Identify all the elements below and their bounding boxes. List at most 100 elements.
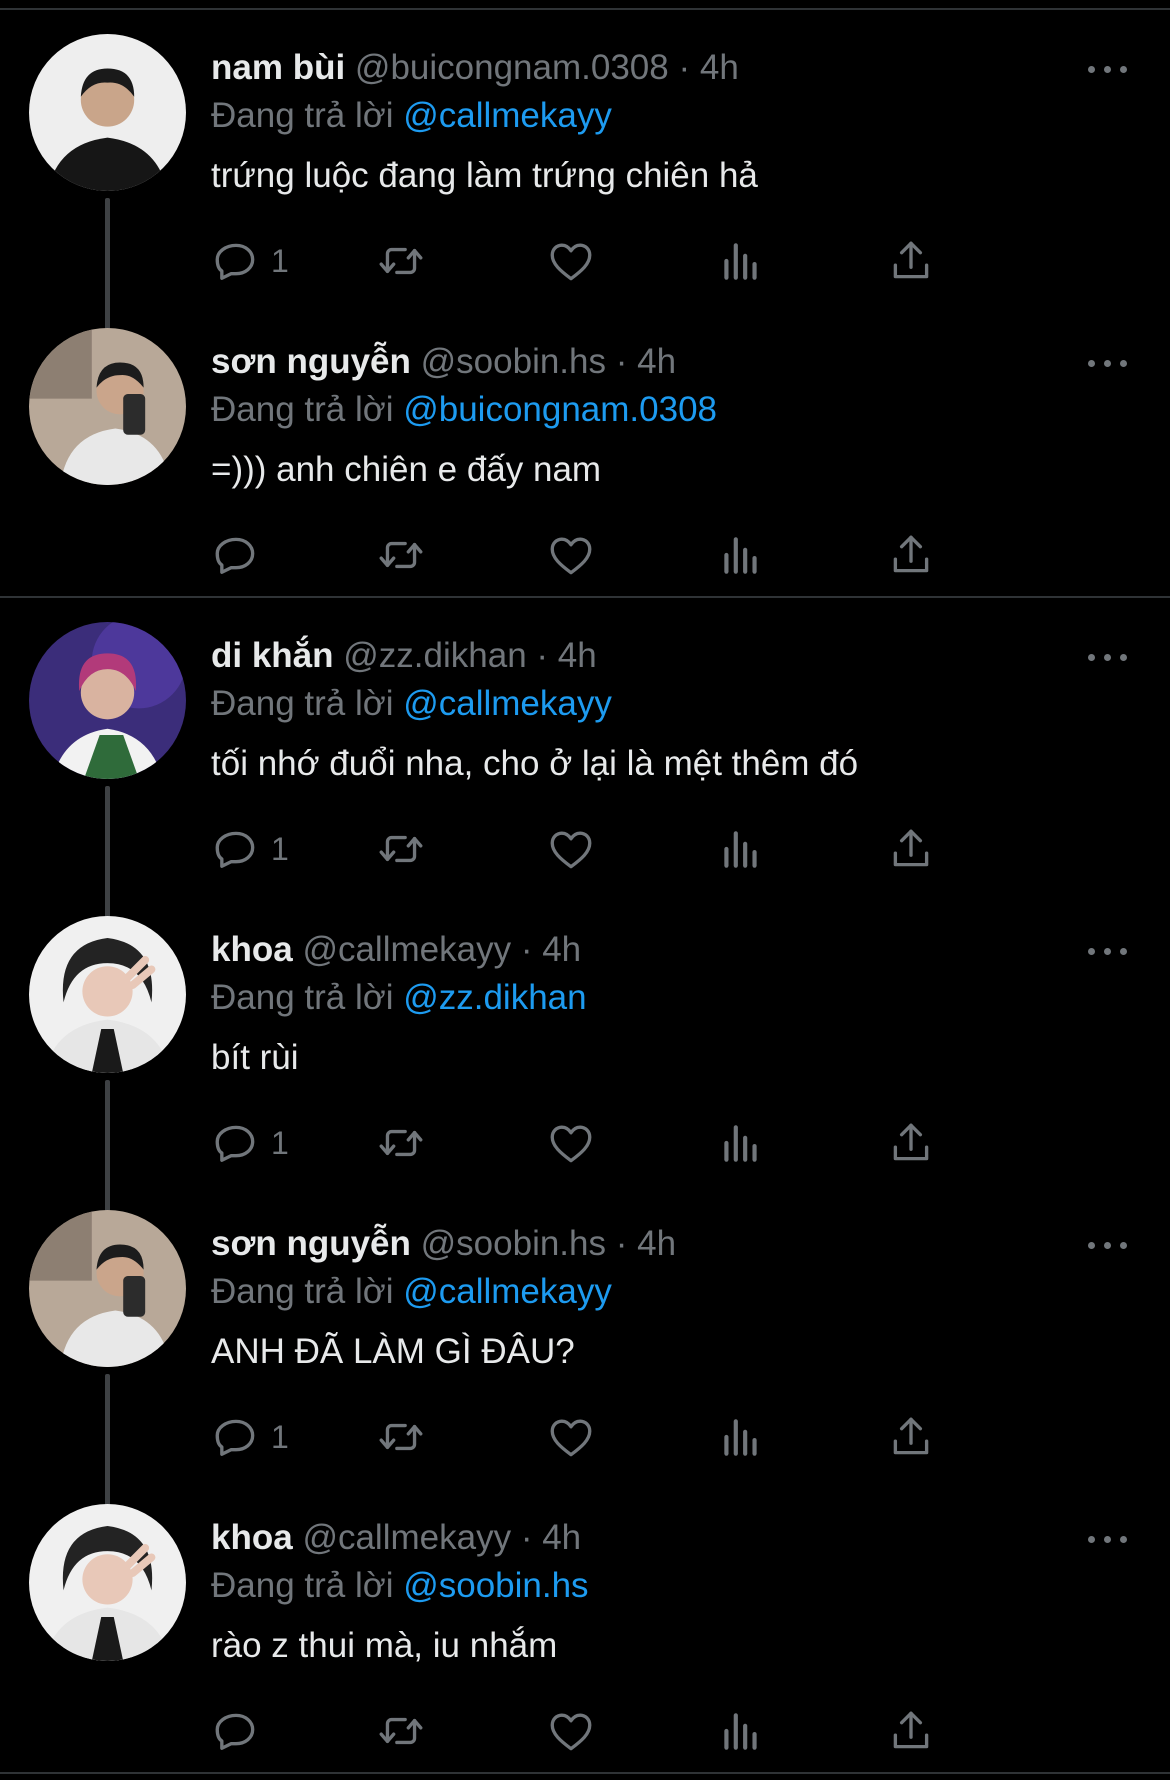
retweet-icon bbox=[379, 1423, 423, 1451]
replying-to-handle[interactable]: @soobin.hs bbox=[403, 1566, 588, 1605]
tweet[interactable]: sơn nguyễn @soobin.hs · 4h Đang trả lời … bbox=[0, 1184, 1170, 1508]
tweet[interactable]: di khắn @zz.dikhan · 4h Đang trả lời @ca… bbox=[0, 596, 1170, 920]
heart-icon bbox=[550, 243, 592, 281]
share-icon bbox=[893, 241, 929, 279]
display-name[interactable]: nam bùi bbox=[211, 48, 345, 87]
tweet[interactable]: khoa @callmekayy · 4h Đang trả lời @soob… bbox=[0, 1478, 1170, 1772]
share-button[interactable] bbox=[886, 821, 936, 877]
display-name[interactable]: sơn nguyễn bbox=[211, 342, 411, 381]
replying-to-handle[interactable]: @callmekayy bbox=[403, 96, 612, 135]
tweet[interactable]: khoa @callmekayy · 4h Đang trả lời @zz.d… bbox=[0, 890, 1170, 1214]
user-handle[interactable]: @callmekayy bbox=[302, 1518, 511, 1557]
avatar[interactable] bbox=[29, 916, 186, 1073]
replying-to: Đang trả lời @callmekayy bbox=[211, 1270, 612, 1314]
user-handle[interactable]: @buicongnam.0308 bbox=[355, 48, 669, 87]
reply-button[interactable]: 1 bbox=[211, 821, 289, 877]
avatar[interactable] bbox=[29, 622, 186, 779]
timestamp[interactable]: 4h bbox=[542, 1518, 581, 1557]
views-icon bbox=[724, 1713, 757, 1750]
avatar[interactable] bbox=[29, 34, 186, 191]
tweet-header: sơn nguyễn @soobin.hs · 4h bbox=[211, 1222, 676, 1266]
replying-to-label: Đang trả lời bbox=[211, 390, 394, 429]
replying-to-label: Đang trả lời bbox=[211, 96, 394, 135]
replying-to-handle[interactable]: @callmekayy bbox=[403, 1272, 612, 1311]
replying-to: Đang trả lời @callmekayy bbox=[211, 682, 612, 726]
like-button[interactable] bbox=[546, 233, 596, 289]
display-name[interactable]: khoa bbox=[211, 1518, 293, 1557]
replying-to-handle[interactable]: @zz.dikhan bbox=[403, 978, 586, 1017]
share-button[interactable] bbox=[886, 233, 936, 289]
retweet-button[interactable] bbox=[376, 1703, 426, 1759]
share-button[interactable] bbox=[886, 1115, 936, 1171]
retweet-icon bbox=[379, 541, 423, 569]
views-button[interactable] bbox=[716, 527, 766, 583]
views-button[interactable] bbox=[716, 233, 766, 289]
share-button[interactable] bbox=[886, 1409, 936, 1465]
retweet-button[interactable] bbox=[376, 1115, 426, 1171]
retweet-icon bbox=[379, 247, 423, 275]
reply-count: 1 bbox=[271, 830, 289, 867]
views-button[interactable] bbox=[716, 821, 766, 877]
reply-button[interactable]: 1 bbox=[211, 1409, 289, 1465]
action-bar bbox=[211, 1703, 1041, 1759]
reply-button[interactable]: 1 bbox=[211, 1115, 289, 1171]
retweet-button[interactable] bbox=[376, 527, 426, 583]
avatar[interactable] bbox=[29, 1504, 186, 1661]
tweet-text: rào z thui mà, iu nhắm bbox=[211, 1626, 558, 1665]
share-icon bbox=[893, 535, 929, 573]
more-icon[interactable] bbox=[1088, 634, 1132, 678]
timestamp[interactable]: 4h bbox=[637, 342, 676, 381]
views-button[interactable] bbox=[716, 1409, 766, 1465]
retweet-button[interactable] bbox=[376, 233, 426, 289]
user-handle[interactable]: @soobin.hs bbox=[421, 1224, 606, 1263]
avatar[interactable] bbox=[29, 1210, 186, 1367]
retweet-button[interactable] bbox=[376, 821, 426, 877]
like-button[interactable] bbox=[546, 1703, 596, 1759]
like-button[interactable] bbox=[546, 1409, 596, 1465]
reply-button[interactable] bbox=[211, 1703, 271, 1759]
tweet[interactable]: nam bùi @buicongnam.0308 · 4h Đang trả l… bbox=[0, 8, 1170, 332]
tweet-text: tối nhớ đuổi nha, cho ở lại là mệt thêm … bbox=[211, 744, 859, 783]
heart-icon bbox=[550, 1125, 592, 1163]
avatar[interactable] bbox=[29, 328, 186, 485]
display-name[interactable]: di khắn bbox=[211, 636, 334, 675]
more-icon[interactable] bbox=[1088, 928, 1132, 972]
timestamp[interactable]: 4h bbox=[558, 636, 597, 675]
share-icon bbox=[893, 1417, 929, 1455]
more-icon[interactable] bbox=[1088, 1222, 1132, 1266]
retweet-button[interactable] bbox=[376, 1409, 426, 1465]
user-handle[interactable]: @soobin.hs bbox=[421, 342, 606, 381]
timestamp[interactable]: 4h bbox=[637, 1224, 676, 1263]
user-handle[interactable]: @zz.dikhan bbox=[343, 636, 526, 675]
replying-to-label: Đang trả lời bbox=[211, 978, 394, 1017]
reply-button[interactable] bbox=[211, 527, 271, 583]
reply-button[interactable]: 1 bbox=[211, 233, 289, 289]
timestamp[interactable]: 4h bbox=[542, 930, 581, 969]
share-button[interactable] bbox=[886, 527, 936, 583]
tweet-text: trứng luộc đang làm trứng chiên hả bbox=[211, 156, 758, 195]
timestamp[interactable]: 4h bbox=[700, 48, 739, 87]
like-button[interactable] bbox=[546, 821, 596, 877]
display-name[interactable]: sơn nguyễn bbox=[211, 1224, 411, 1263]
replying-to-handle[interactable]: @callmekayy bbox=[403, 684, 612, 723]
action-bar: 1 bbox=[211, 1115, 1041, 1171]
tweet[interactable]: sơn nguyễn @soobin.hs · 4h Đang trả lời … bbox=[0, 302, 1170, 596]
replying-to-label: Đang trả lời bbox=[211, 1272, 394, 1311]
action-bar bbox=[211, 527, 1041, 583]
views-button[interactable] bbox=[716, 1703, 766, 1759]
tweet-header: di khắn @zz.dikhan · 4h bbox=[211, 634, 597, 678]
more-icon[interactable] bbox=[1088, 340, 1132, 384]
more-icon[interactable] bbox=[1088, 46, 1132, 90]
display-name[interactable]: khoa bbox=[211, 930, 293, 969]
replying-to-handle[interactable]: @buicongnam.0308 bbox=[403, 390, 717, 429]
user-handle[interactable]: @callmekayy bbox=[302, 930, 511, 969]
separator: · bbox=[536, 636, 549, 675]
views-icon bbox=[724, 243, 757, 280]
share-button[interactable] bbox=[886, 1703, 936, 1759]
more-icon[interactable] bbox=[1088, 1516, 1132, 1560]
views-button[interactable] bbox=[716, 1115, 766, 1171]
views-icon bbox=[724, 537, 757, 574]
like-button[interactable] bbox=[546, 1115, 596, 1171]
tweet-header: khoa @callmekayy · 4h bbox=[211, 1516, 581, 1560]
like-button[interactable] bbox=[546, 527, 596, 583]
